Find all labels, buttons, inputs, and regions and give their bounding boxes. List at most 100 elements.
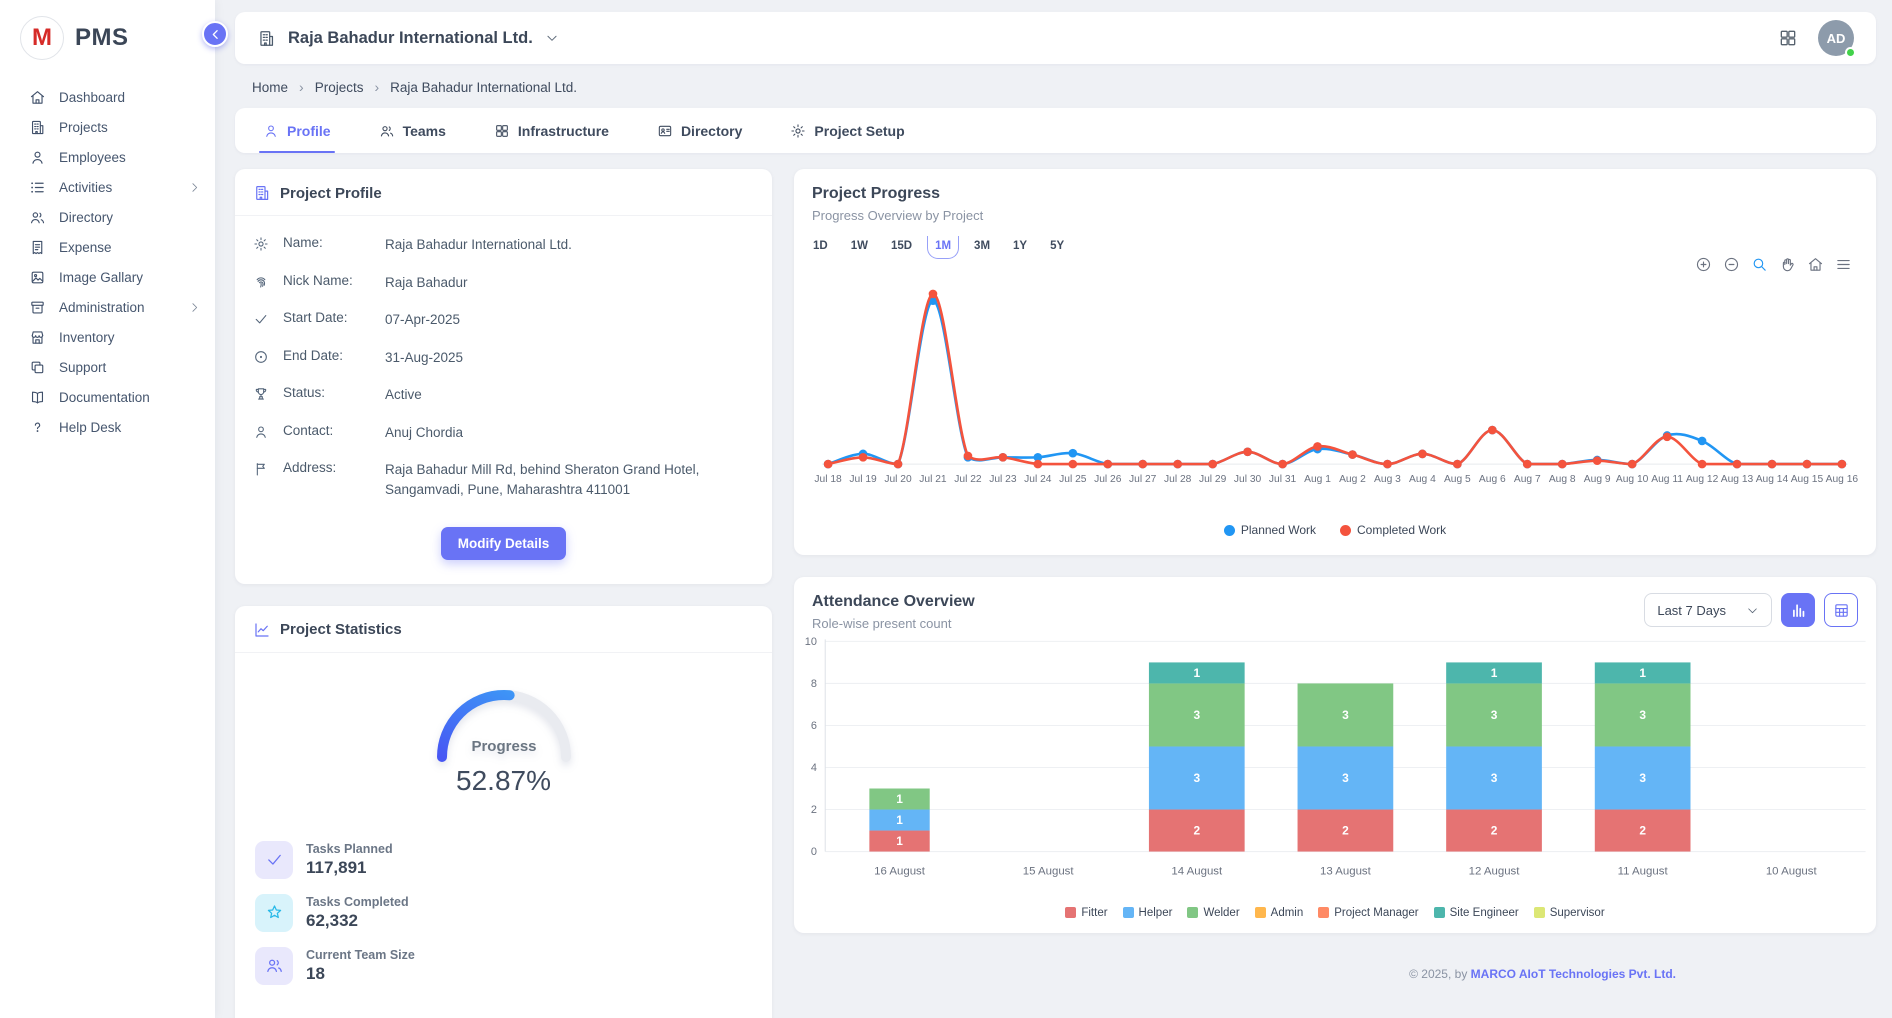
book-icon [29, 389, 46, 406]
sidebar-item-employees[interactable]: Employees [0, 142, 215, 172]
gauge-label: Progress [471, 738, 536, 755]
sidebar-item-inventory[interactable]: Inventory [0, 322, 215, 352]
x-axis-label: Aug 1 [1304, 474, 1331, 485]
legend-item[interactable]: Completed Work [1340, 523, 1446, 537]
legend-item[interactable]: Site Engineer [1434, 907, 1519, 919]
tab-directory[interactable]: Directory [657, 108, 742, 153]
sidebar-item-administration[interactable]: Administration [0, 292, 215, 322]
x-axis-label: Jul 25 [1059, 474, 1087, 485]
range-5y[interactable]: 5Y [1049, 238, 1065, 254]
range-15d[interactable]: 15D [890, 238, 913, 254]
user-avatar[interactable]: AD [1818, 20, 1854, 56]
range-1d[interactable]: 1D [812, 238, 829, 254]
sidebar-item-help-desk[interactable]: Help Desk [0, 412, 215, 442]
selection-zoom-icon[interactable] [1751, 256, 1768, 273]
progress-gauge: Progress 52.87% [235, 653, 772, 797]
person-icon [253, 424, 269, 440]
sidebar-item-directory[interactable]: Directory [0, 202, 215, 232]
legend-item[interactable]: Welder [1187, 907, 1239, 919]
x-axis-label: Aug 7 [1514, 474, 1541, 485]
chart-menu-icon[interactable] [1835, 256, 1852, 273]
sidebar-item-support[interactable]: Support [0, 352, 215, 382]
data-point [1068, 460, 1077, 469]
range-1y[interactable]: 1Y [1012, 238, 1028, 254]
bar-value-label: 2 [1193, 824, 1200, 838]
sidebar-collapse-button[interactable] [202, 21, 228, 47]
bar-chart-icon [1790, 602, 1807, 619]
breadcrumb: Home › Projects › Raja Bahadur Internati… [235, 64, 1876, 95]
card-title: Project Progress [812, 185, 1858, 203]
app-logo[interactable]: M PMS [0, 0, 215, 76]
modify-row: Modify Details [235, 513, 772, 584]
chart-line-icon [253, 621, 271, 639]
x-axis-label: Aug 12 [1686, 474, 1719, 485]
fingerprint-icon [253, 274, 269, 290]
gear-icon [253, 236, 269, 252]
data-point [1593, 456, 1602, 465]
sidebar-item-dashboard[interactable]: Dashboard [0, 82, 215, 112]
tab-infrastructure[interactable]: Infrastructure [494, 108, 609, 153]
bar-view-button[interactable] [1781, 593, 1815, 627]
field-start-date: Start Date: 07-Apr-2025 [253, 301, 754, 339]
stat-team-size: Current Team Size 18 [255, 947, 752, 985]
sidebar-item-expense[interactable]: Expense [0, 232, 215, 262]
app-name: PMS [75, 24, 129, 52]
tab-project-setup[interactable]: Project Setup [790, 108, 904, 153]
x-axis-label: Aug 10 [1616, 474, 1649, 485]
range-select-value: Last 7 Days [1657, 603, 1726, 618]
range-select[interactable]: Last 7 Days [1644, 593, 1772, 627]
data-point [1173, 460, 1182, 469]
reset-home-icon[interactable] [1807, 256, 1824, 273]
range-1m[interactable]: 1M [934, 238, 952, 254]
x-axis-label: Aug 2 [1339, 474, 1366, 485]
chevron-right-icon [188, 301, 201, 314]
tab-profile[interactable]: Profile [263, 108, 331, 153]
data-point [1488, 426, 1497, 435]
tab-teams[interactable]: Teams [379, 108, 446, 153]
field-status: Status: Active [253, 376, 754, 414]
sidebar-item-label: Employees [59, 150, 126, 165]
legend-item[interactable]: Planned Work [1224, 523, 1316, 537]
legend-marker [1255, 907, 1266, 918]
content-grid: Project Profile Name: Raja Bahadur Inter… [235, 169, 1876, 1018]
sidebar-item-projects[interactable]: Projects [0, 112, 215, 142]
attendance-chart: 024681011116 August15 August233114 Augus… [794, 631, 1876, 900]
sidebar-item-label: Help Desk [59, 420, 121, 435]
footer-company-link[interactable]: MARCO AIoT Technologies Pvt. Ltd. [1471, 967, 1676, 981]
zoom-out-icon[interactable] [1723, 256, 1740, 273]
sidebar-item-documentation[interactable]: Documentation [0, 382, 215, 412]
modify-details-button[interactable]: Modify Details [441, 527, 567, 560]
data-point [1628, 460, 1637, 469]
x-axis-label: Jul 31 [1269, 474, 1297, 485]
sidebar-item-label: Expense [59, 240, 112, 255]
card-title: Project Statistics [280, 621, 402, 638]
legend-marker [1434, 907, 1445, 918]
pan-hand-icon[interactable] [1779, 256, 1796, 273]
check-icon [265, 850, 284, 869]
range-3m[interactable]: 3M [973, 238, 991, 254]
sidebar-item-image-gallery[interactable]: Image Gallary [0, 262, 215, 292]
data-point [1138, 460, 1147, 469]
breadcrumb-home[interactable]: Home [252, 80, 288, 95]
bar-value-label: 1 [896, 835, 903, 849]
legend-item[interactable]: Supervisor [1534, 907, 1605, 919]
legend-item[interactable]: Admin [1255, 907, 1304, 919]
data-point [1663, 433, 1672, 442]
stat-tasks-completed: Tasks Completed 62,332 [255, 894, 752, 932]
breadcrumb-projects[interactable]: Projects [315, 80, 364, 95]
footer-text: © 2025, by [1409, 967, 1471, 981]
apps-grid-icon[interactable] [1778, 28, 1798, 48]
data-point [859, 453, 868, 462]
data-point [1698, 437, 1707, 446]
zoom-in-icon[interactable] [1695, 256, 1712, 273]
company-selector[interactable]: Raja Bahadur International Ltd. [257, 29, 559, 48]
legend-item[interactable]: Fitter [1065, 907, 1107, 919]
legend-item[interactable]: Project Manager [1318, 907, 1418, 919]
y-axis-label: 8 [811, 678, 817, 690]
range-1w[interactable]: 1W [850, 238, 869, 254]
table-view-button[interactable] [1824, 593, 1858, 627]
legend-item[interactable]: Helper [1123, 907, 1173, 919]
x-axis-label: Aug 6 [1479, 474, 1506, 485]
sidebar-item-activities[interactable]: Activities [0, 172, 215, 202]
chevron-right-icon [188, 181, 201, 194]
